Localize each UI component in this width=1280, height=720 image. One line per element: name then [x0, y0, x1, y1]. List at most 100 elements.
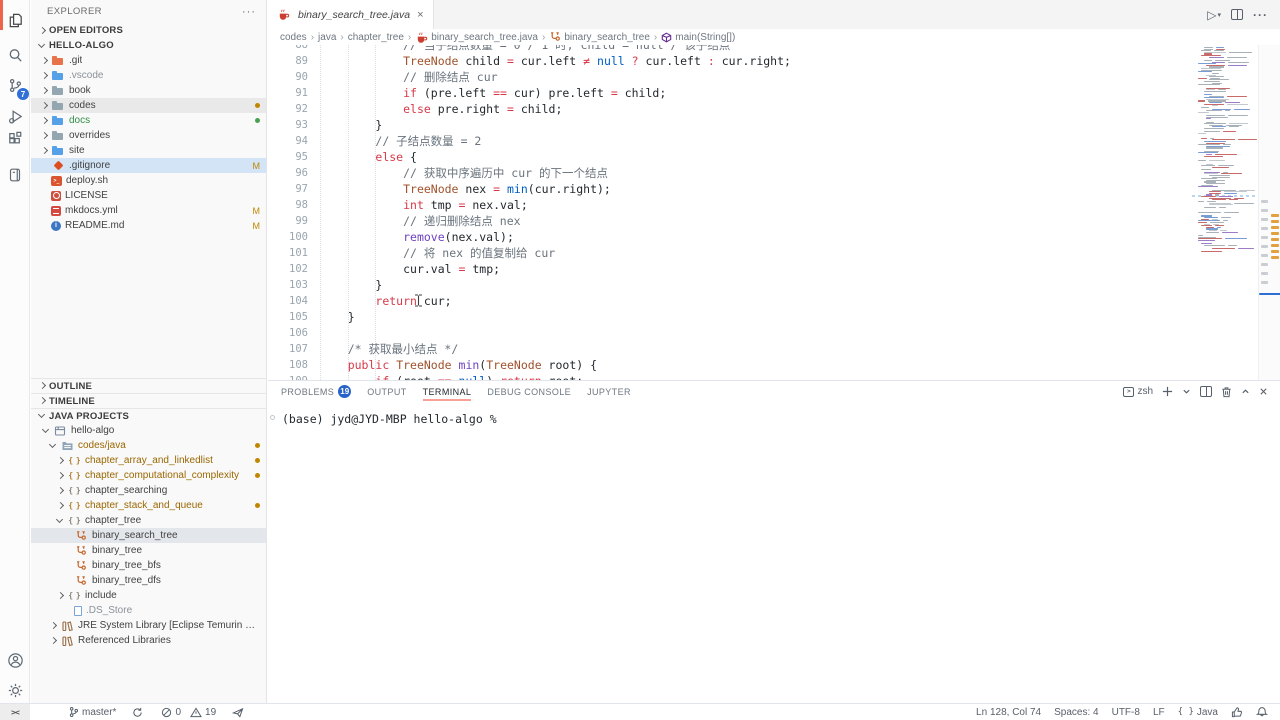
tree-item-include[interactable]: include: [31, 588, 266, 603]
tree-item-vscode[interactable]: .vscode: [31, 68, 266, 83]
panel-tab-output[interactable]: OUTPUT: [367, 381, 406, 402]
explorer-view-button[interactable]: [0, 5, 30, 35]
code-line-108[interactable]: 108 public TreeNode min(TreeNode root) {: [268, 357, 1280, 373]
tree-item-gitignore[interactable]: .gitignoreM: [31, 158, 266, 173]
code-line-107[interactable]: 107 /* 获取最小结点 */: [268, 341, 1280, 357]
code-line-93[interactable]: 93 }: [268, 117, 1280, 133]
terminal-icon: [1123, 387, 1134, 397]
code-line-102[interactable]: 102 cur.val = tmp;: [268, 261, 1280, 277]
minimap[interactable]: [1196, 45, 1258, 380]
run-java-button[interactable]: ▷ ▾: [1207, 8, 1221, 22]
tab-binary-search-tree[interactable]: binary_search_tree.java ×: [268, 0, 434, 29]
tree-item-git[interactable]: .git: [31, 53, 266, 68]
new-terminal-button[interactable]: [1162, 386, 1173, 397]
settings-button[interactable]: [0, 675, 30, 705]
code-line-97[interactable]: 97 TreeNode nex = min(cur.right);: [268, 181, 1280, 197]
panel-tab-jupyter[interactable]: JUPYTER: [587, 381, 631, 402]
breadcrumb-item-binary-search-tree[interactable]: binary_search_tree: [549, 31, 650, 43]
tree-item-site[interactable]: site: [31, 143, 266, 158]
tree-item-readme-md[interactable]: README.mdM: [31, 218, 266, 233]
panel-tab-problems[interactable]: PROBLEMS19: [281, 381, 351, 402]
notebook-view-button[interactable]: [0, 160, 30, 190]
editor-more-actions-button[interactable]: ···: [1253, 8, 1268, 22]
open-editors-section[interactable]: OPEN EDITORS: [31, 23, 266, 38]
breadcrumb-item-main-string[interactable]: main(String[]): [661, 32, 735, 43]
tree-item-chapter-tree[interactable]: chapter_tree: [31, 513, 266, 528]
code-line-103[interactable]: 103 }: [268, 277, 1280, 293]
tree-item-ds-store[interactable]: .DS_Store: [31, 603, 266, 618]
code-editor[interactable]: 88 // 当子结点数量 = 0 / 1 时, child = null / 该…: [268, 45, 1280, 380]
code-line-91[interactable]: 91 if (pre.left == cur) pre.left = child…: [268, 85, 1280, 101]
code-line-101[interactable]: 101 // 将 nex 的值复制给 cur: [268, 245, 1280, 261]
extensions-view-button[interactable]: [0, 124, 30, 154]
tree-item-binary-tree-dfs[interactable]: binary_tree_dfs: [31, 573, 266, 588]
code-line-98[interactable]: 98 int tmp = nex.val;: [268, 197, 1280, 213]
outline-section[interactable]: OUTLINE: [31, 378, 266, 393]
status-encoding[interactable]: UTF-8: [1112, 704, 1140, 720]
tree-item-license[interactable]: LICENSE: [31, 188, 266, 203]
tree-item-hello-algo[interactable]: hello-algo: [31, 423, 266, 438]
overview-ruler[interactable]: [1258, 45, 1280, 380]
terminal-profile[interactable]: zsh: [1123, 386, 1153, 397]
panel-tab-terminal[interactable]: TERMINAL: [423, 381, 472, 402]
feedback-button[interactable]: [232, 704, 244, 720]
code-line-92[interactable]: 92 else pre.right = child;: [268, 101, 1280, 117]
code-line-99[interactable]: 99 // 递归删除结点 nex: [268, 213, 1280, 229]
tree-item-binary-tree-bfs[interactable]: binary_tree_bfs: [31, 558, 266, 573]
code-line-109[interactable]: 109 if (root == null) return root;: [268, 373, 1280, 380]
tree-item-deploy-sh[interactable]: deploy.sh: [31, 173, 266, 188]
tree-item-referenced-libraries[interactable]: Referenced Libraries: [31, 633, 266, 648]
code-line-88[interactable]: 88 // 当子结点数量 = 0 / 1 时, child = null / 该…: [268, 45, 1280, 53]
split-editor-button[interactable]: [1231, 9, 1243, 20]
status-eol[interactable]: LF: [1153, 704, 1165, 720]
explorer-more-actions-icon[interactable]: ···: [242, 6, 256, 18]
tree-item-codes-java[interactable]: codes/java: [31, 438, 266, 453]
tree-item-binary-search-tree[interactable]: binary_search_tree: [31, 528, 266, 543]
split-terminal-button[interactable]: [1200, 386, 1212, 397]
tree-item-chapter-computational-complexity[interactable]: chapter_computational_complexity: [31, 468, 266, 483]
code-line-106[interactable]: 106: [268, 325, 1280, 341]
code-line-95[interactable]: 95 else {: [268, 149, 1280, 165]
sync-changes-button[interactable]: [132, 704, 143, 720]
close-tab-icon[interactable]: ×: [417, 9, 423, 21]
tree-item-overrides[interactable]: overrides: [31, 128, 266, 143]
kill-terminal-button[interactable]: [1221, 386, 1232, 398]
status-language-mode[interactable]: { }Java: [1178, 704, 1218, 720]
status-cursor-position[interactable]: Ln 128, Col 74: [976, 704, 1041, 720]
breadcrumb-item-java[interactable]: java: [318, 32, 336, 43]
branch-status[interactable]: master*: [68, 704, 116, 720]
accounts-button[interactable]: [0, 645, 30, 675]
breadcrumb-item-chapter-tree[interactable]: chapter_tree: [348, 32, 404, 43]
tree-item-book[interactable]: book: [31, 83, 266, 98]
code-line-89[interactable]: 89 TreeNode child = cur.left ≠ null ? cu…: [268, 53, 1280, 69]
remote-indicator[interactable]: ><: [0, 704, 30, 720]
status-indentation[interactable]: Spaces: 4: [1054, 704, 1098, 720]
search-view-button[interactable]: [0, 40, 30, 70]
breadcrumb-item-binary-search-tree-java[interactable]: binary_search_tree.java: [415, 31, 538, 44]
tree-item-binary-tree[interactable]: binary_tree: [31, 543, 266, 558]
timeline-section[interactable]: TIMELINE: [31, 393, 266, 408]
tree-item-chapter-stack-and-queue[interactable]: chapter_stack_and_queue: [31, 498, 266, 513]
source-control-view-button[interactable]: 7: [0, 70, 30, 100]
code-line-94[interactable]: 94 // 子结点数量 = 2: [268, 133, 1280, 149]
tree-item-codes[interactable]: codes: [31, 98, 266, 113]
problems-status[interactable]: 0 19: [161, 704, 216, 720]
tree-item-docs[interactable]: docs: [31, 113, 266, 128]
terminal-content[interactable]: (base) jyd@JYD-MBP hello-algo %: [268, 402, 1280, 426]
code-line-100[interactable]: 100 remove(nex.val);: [268, 229, 1280, 245]
java-projects-section[interactable]: JAVA PROJECTS: [31, 408, 266, 423]
java-status-button[interactable]: [1231, 704, 1243, 720]
code-line-96[interactable]: 96 // 获取中序遍历中 cur 的下一个结点: [268, 165, 1280, 181]
code-line-90[interactable]: 90 // 删除结点 cur: [268, 69, 1280, 85]
close-panel-button[interactable]: [1259, 387, 1268, 396]
terminal-dropdown-button[interactable]: [1182, 387, 1191, 396]
tree-item-jre-system-library-eclipse-temurin-17-17[interactable]: JRE System Library [Eclipse Temurin 17 […: [31, 618, 266, 633]
workspace-root-section[interactable]: HELLO-ALGO: [31, 38, 266, 53]
tree-item-chapter-array-and-linkedlist[interactable]: chapter_array_and_linkedlist: [31, 453, 266, 468]
tree-item-chapter-searching[interactable]: chapter_searching: [31, 483, 266, 498]
tree-item-mkdocs-yml[interactable]: mkdocs.ymlM: [31, 203, 266, 218]
breadcrumb-item-codes[interactable]: codes: [280, 32, 307, 43]
panel-tab-debug-console[interactable]: DEBUG CONSOLE: [487, 381, 571, 402]
maximize-panel-button[interactable]: [1241, 387, 1250, 396]
notifications-bell-button[interactable]: [1256, 704, 1268, 720]
